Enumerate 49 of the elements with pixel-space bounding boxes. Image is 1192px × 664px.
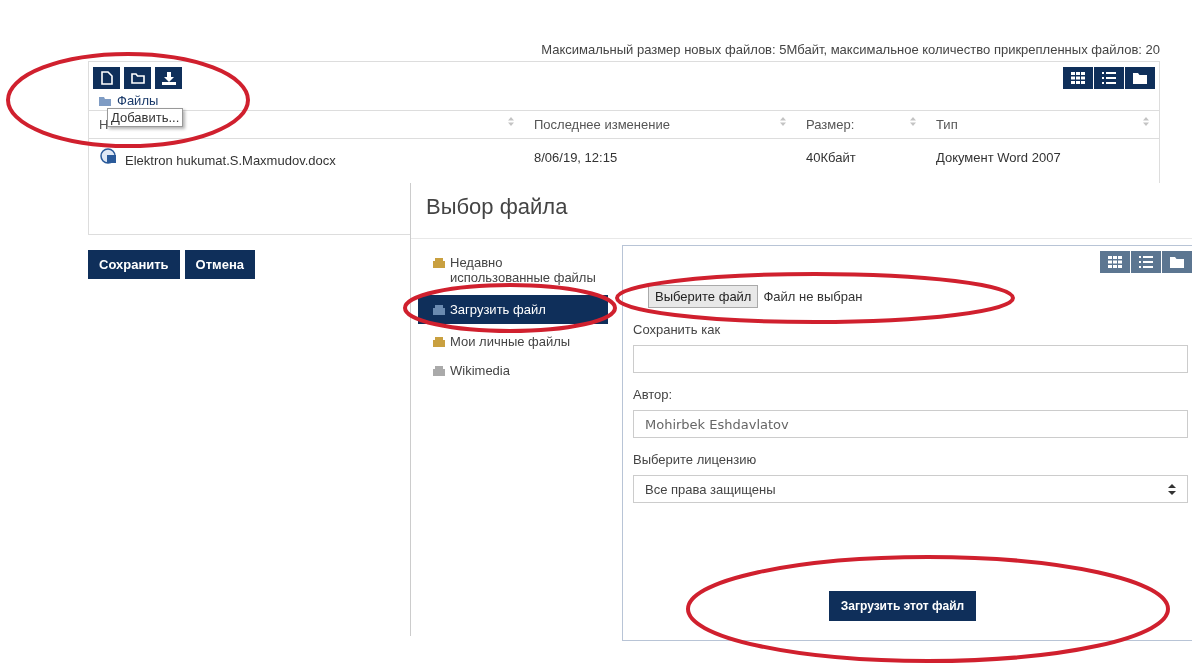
sort-arrows-icon — [1168, 483, 1176, 495]
upload-button[interactable]: Загрузить этот файл — [828, 591, 977, 621]
grid-icon — [1071, 72, 1085, 84]
repository-icon — [432, 257, 446, 269]
folder-view-button[interactable] — [1125, 67, 1155, 89]
field-label: Автор: — [633, 387, 673, 402]
download-icon — [161, 71, 176, 85]
repository-item[interactable]: Мои личные файлы — [418, 330, 608, 353]
table-cell-text: 8/06/19, 12:15 — [533, 149, 619, 165]
cancel-button[interactable]: Отмена — [184, 250, 256, 279]
repository-item[interactable]: Wikimedia — [418, 359, 608, 382]
column-header[interactable]: Последнее изменение — [534, 117, 670, 132]
column-header[interactable]: Н — [99, 117, 109, 132]
add-file-button[interactable] — [93, 67, 120, 89]
choose-file-button[interactable]: Выберите файл — [648, 285, 759, 308]
file-status: Файл не выбран — [763, 289, 863, 304]
repository-item[interactable]: Загрузить файл — [418, 295, 608, 324]
table-cell-text: 40Кбайт — [805, 149, 857, 165]
folder-icon — [1133, 72, 1147, 84]
download-button[interactable] — [155, 67, 182, 89]
folder-icon — [99, 94, 111, 106]
folder-icon — [1170, 256, 1184, 268]
list-view-button[interactable] — [1094, 67, 1124, 89]
breadcrumb-link[interactable]: Файлы — [117, 92, 159, 108]
repository-item[interactable]: Недавно использованные файлы — [418, 251, 608, 289]
field-label: Сохранить как — [633, 322, 721, 337]
save-button[interactable]: Сохранить — [88, 250, 180, 279]
file-name[interactable]: Elektron hukumat.S.Maxmudov.docx — [125, 152, 336, 168]
grid-view-button[interactable] — [1063, 67, 1093, 89]
folder-icon — [130, 72, 145, 84]
list-icon — [1139, 256, 1153, 268]
list-icon — [1102, 72, 1116, 84]
file-icon — [100, 71, 113, 85]
column-header[interactable]: Тип — [936, 117, 958, 132]
table-cell-text: Документ Word 2007 — [935, 149, 1062, 165]
license-select[interactable]: Все права защищены — [633, 475, 1188, 503]
repository-icon — [432, 304, 446, 316]
tooltip: Добавить... — [107, 108, 184, 127]
save-as-field[interactable] — [633, 345, 1188, 373]
field-label: Выберите лицензию — [633, 452, 757, 467]
document-icon — [99, 148, 117, 166]
repository-icon — [432, 336, 446, 348]
file-limits-note: Максимальный размер новых файлов: 5Мбайт, максимальное количество прикрепленных файлов: 20 — [540, 42, 1160, 57]
author-field[interactable]: Mohirbek Eshdavlatov — [633, 410, 1188, 438]
dialog-title: Выбор файла — [411, 183, 1192, 239]
repository-icon — [432, 365, 446, 377]
column-header[interactable]: Размер: — [806, 117, 855, 132]
create-folder-button[interactable] — [124, 67, 151, 89]
grid-icon — [1108, 256, 1122, 268]
